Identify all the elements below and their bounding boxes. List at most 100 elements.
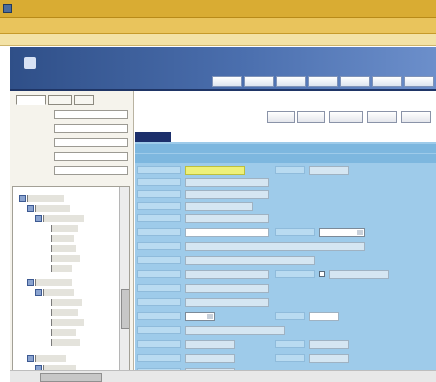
search-field-label (20, 111, 50, 119)
search-field-label (20, 139, 50, 147)
field-label (137, 326, 181, 334)
tree-node[interactable] (51, 309, 78, 316)
field-input[interactable] (185, 190, 269, 199)
field-input[interactable] (309, 340, 349, 349)
menu-item[interactable] (30, 21, 52, 31)
tree-node[interactable] (43, 289, 74, 296)
tree-node[interactable] (51, 235, 74, 242)
field-input[interactable] (185, 242, 365, 251)
field-label (137, 256, 181, 264)
tree-node[interactable] (51, 329, 76, 336)
folder-icon (27, 205, 34, 212)
nav-tab[interactable] (404, 76, 434, 87)
menu-item[interactable] (134, 21, 156, 31)
search-field-input[interactable] (54, 152, 128, 161)
tree-scrollbar[interactable] (119, 187, 129, 377)
top-nav (212, 76, 436, 88)
left-tab[interactable] (74, 95, 94, 105)
field-label (137, 228, 181, 236)
field-select[interactable] (185, 312, 215, 321)
field-input[interactable] (309, 312, 339, 321)
field-label (137, 312, 181, 320)
detail-form (135, 142, 436, 382)
tree-view[interactable] (12, 186, 130, 378)
field-label (137, 340, 181, 348)
field-checkbox[interactable] (319, 271, 325, 277)
field-input[interactable] (185, 354, 235, 363)
field-input[interactable] (185, 228, 269, 237)
folder-icon (35, 289, 42, 296)
field-label (137, 178, 181, 186)
scrollbar-thumb[interactable] (121, 289, 129, 329)
nav-tab[interactable] (212, 76, 242, 87)
menu-item[interactable] (82, 21, 104, 31)
window-title (16, 5, 216, 13)
field-input[interactable] (185, 202, 253, 211)
search-field-input[interactable] (54, 166, 128, 175)
menu-item[interactable] (108, 21, 130, 31)
search-field-input[interactable] (54, 110, 128, 119)
field-label (137, 202, 181, 210)
field-input[interactable] (309, 166, 349, 175)
field-input[interactable] (329, 270, 389, 279)
tree-node[interactable] (35, 205, 70, 212)
action-button[interactable] (267, 111, 295, 123)
nav-tab[interactable] (372, 76, 402, 87)
tree-node[interactable] (51, 265, 72, 272)
tree-node[interactable] (51, 225, 78, 232)
nav-tab[interactable] (276, 76, 306, 87)
tree-node[interactable] (35, 279, 72, 286)
tree-node[interactable] (51, 255, 80, 262)
field-input[interactable] (185, 178, 269, 187)
field-input[interactable] (185, 298, 269, 307)
window-title-bar (0, 0, 436, 18)
menu-item[interactable] (4, 21, 26, 31)
field-label (137, 190, 181, 198)
action-button[interactable] (401, 111, 431, 123)
field-input[interactable] (185, 270, 269, 279)
folder-icon (27, 355, 34, 362)
tree-node[interactable] (51, 299, 82, 306)
menu-bar (0, 18, 436, 34)
nav-tab[interactable] (340, 76, 370, 87)
tree-node[interactable] (27, 195, 64, 202)
address-bar[interactable] (0, 34, 436, 46)
action-button[interactable] (367, 111, 397, 123)
tree-node[interactable] (35, 355, 66, 362)
field-input[interactable] (185, 256, 315, 265)
search-field-label (20, 153, 50, 161)
search-field-input[interactable] (54, 124, 128, 133)
field-label (275, 166, 305, 174)
field-label (137, 284, 181, 292)
form-subheader (135, 144, 436, 153)
field-input[interactable] (185, 166, 245, 175)
field-input[interactable] (185, 214, 269, 223)
field-input[interactable] (309, 354, 349, 363)
nav-tab[interactable] (308, 76, 338, 87)
logo-icon (24, 57, 36, 69)
app-icon (3, 4, 12, 13)
left-tab[interactable] (48, 95, 72, 105)
search-field-label (20, 125, 50, 133)
tree-node[interactable] (43, 215, 84, 222)
tree-node[interactable] (51, 319, 84, 326)
app-brand (42, 57, 222, 67)
horizontal-scrollbar[interactable] (10, 370, 436, 382)
folder-icon (35, 215, 42, 222)
search-field-input[interactable] (54, 138, 128, 147)
field-input[interactable] (185, 284, 269, 293)
tree-node[interactable] (51, 245, 76, 252)
action-button[interactable] (329, 111, 363, 123)
section-tab[interactable] (135, 132, 171, 142)
field-input[interactable] (185, 326, 285, 335)
tree-node[interactable] (51, 339, 80, 346)
action-button[interactable] (297, 111, 325, 123)
scrollbar-thumb[interactable] (40, 373, 102, 382)
field-select[interactable] (319, 228, 365, 237)
field-input[interactable] (185, 340, 235, 349)
field-label (137, 354, 181, 362)
menu-item[interactable] (56, 21, 78, 31)
left-tab[interactable] (16, 95, 46, 105)
search-field-label (20, 167, 50, 175)
nav-tab[interactable] (244, 76, 274, 87)
